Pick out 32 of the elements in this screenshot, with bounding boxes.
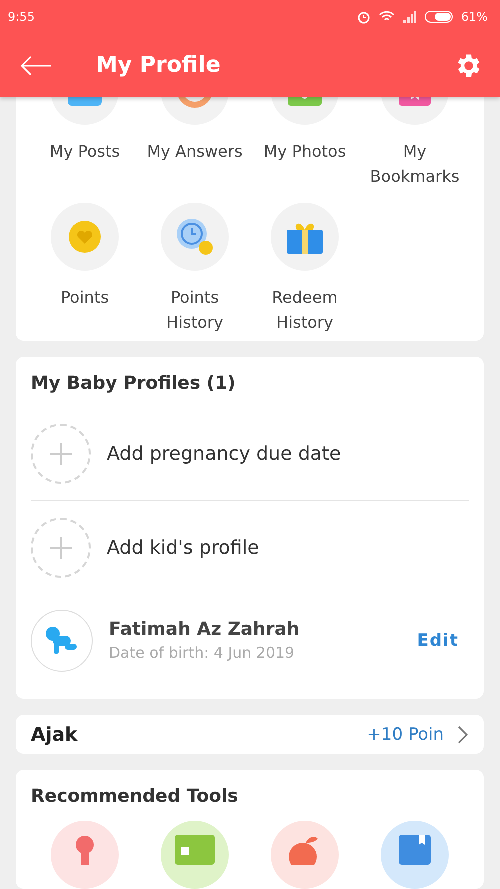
clock-icon: [175, 217, 215, 257]
shortcut-item[interactable]: Points: [30, 203, 140, 335]
status-time: 9:55: [8, 10, 35, 24]
plus-icon: [50, 443, 72, 465]
add-profile-label[interactable]: Add pregnancy due date: [107, 443, 342, 465]
page-title: My Profile: [96, 53, 222, 78]
edit-button[interactable]: Edit: [417, 630, 469, 650]
section-title: Recommended Tools: [31, 786, 240, 807]
signal-icon: [403, 11, 418, 23]
plus-icon: [50, 536, 72, 558]
invite-row[interactable]: Ajak +10 Poin: [16, 715, 484, 754]
section-title: My Baby Profiles (1): [31, 373, 237, 394]
pin-icon: [73, 835, 97, 865]
reward-points: +10 Poin: [367, 724, 444, 744]
add-profile-label[interactable]: Add kid's profile: [107, 536, 260, 558]
shortcut-item[interactable]: My Answers: [140, 97, 250, 189]
wifi-icon: [379, 11, 396, 23]
shortcut-item[interactable]: Points History: [140, 203, 250, 335]
alarm-icon: [357, 10, 372, 24]
chevron-right-icon: [458, 726, 468, 744]
back-button[interactable]: [20, 56, 52, 76]
battery-icon: [425, 11, 454, 23]
shortcut-item[interactable]: My Photos: [250, 97, 360, 189]
birth-date: Date of birth: 4 Jun 2019: [109, 644, 296, 662]
coin-icon: [68, 220, 102, 254]
baby-avatar: [31, 610, 93, 672]
book-icon: [399, 835, 431, 865]
battery-level: 61%: [461, 10, 488, 24]
shortcut-item[interactable]: Redeem History: [250, 203, 360, 335]
shortcut-item[interactable]: My Bookmarks: [360, 97, 470, 189]
baby-name: Fatimah Az Zahrah: [109, 619, 301, 640]
shortcut-item[interactable]: My Posts: [30, 97, 140, 189]
